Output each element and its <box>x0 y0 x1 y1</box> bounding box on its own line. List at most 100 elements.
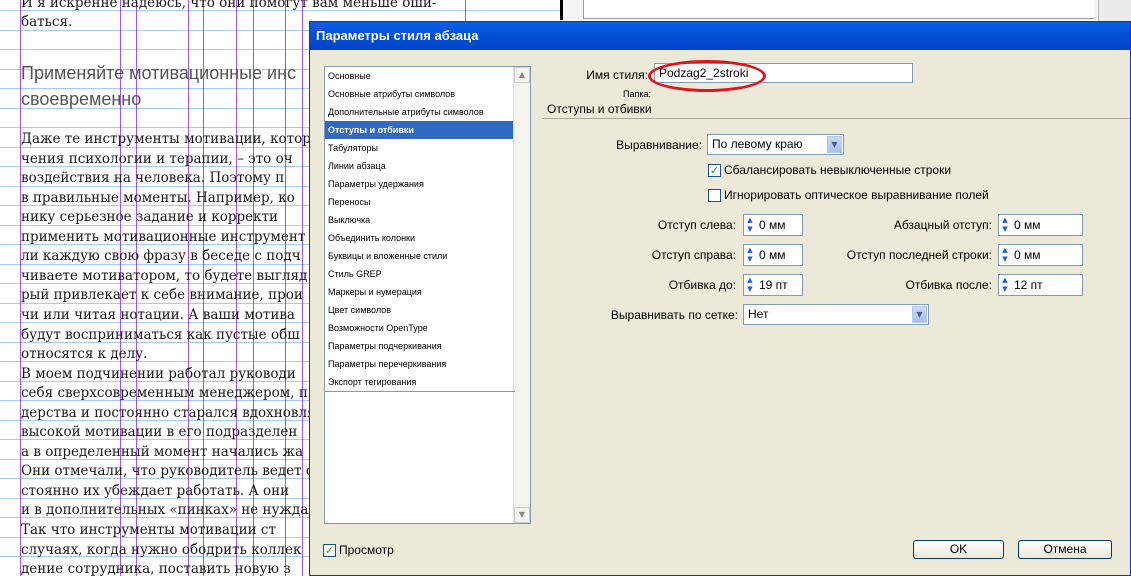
category-item[interactable]: Параметры подчеркивания <box>325 337 514 355</box>
category-item[interactable]: Дополнительные атрибуты символов <box>325 103 514 121</box>
ignore-optical-checkbox[interactable] <box>708 189 721 202</box>
style-name-label: Имя стиля: <box>586 68 648 82</box>
space-before-spinner[interactable]: ▲ ▼ 19 пт <box>743 274 803 296</box>
last-line-indent-spinner[interactable]: ▲ ▼ 0 мм <box>998 244 1083 266</box>
space-after-spinner[interactable]: ▲ ▼ 12 пт <box>998 274 1083 296</box>
ok-button[interactable]: OK <box>913 540 1004 559</box>
highlight-annotation <box>648 60 766 92</box>
category-item[interactable]: Переносы <box>325 193 514 211</box>
chevron-down-icon[interactable]: ▼ <box>912 306 927 323</box>
space-after-label: Отбивка после: <box>905 278 992 292</box>
category-item[interactable]: Экспорт тегирования <box>325 373 514 391</box>
preview-label: Просмотр <box>339 543 394 557</box>
align-grid-select[interactable]: Нет ▼ <box>743 304 929 325</box>
right-indent-value: 0 мм <box>759 248 786 262</box>
doc-line: чи или читая нотации. А ваши мотива <box>21 306 295 323</box>
doc-line: И я искренне надеюсь, что они помогут ва… <box>21 0 437 11</box>
category-list[interactable]: Основные Основные атрибуты символов Дополн… <box>324 66 531 524</box>
doc-line: стоянно их убеждает работать. А они <box>21 482 290 499</box>
spin-down-icon[interactable]: ▼ <box>1000 255 1010 264</box>
doc-line: высокой мотивации в его подразделен <box>21 424 298 441</box>
doc-line: баться. <box>21 14 73 30</box>
align-grid-value: Нет <box>748 307 769 321</box>
category-item[interactable]: Основные <box>325 67 514 85</box>
category-item[interactable]: Выключка <box>325 211 514 229</box>
category-item[interactable]: Стиль GREP <box>325 265 514 283</box>
first-line-indent-label: Абзацный отступ: <box>893 218 992 232</box>
ignore-optical-label: Игнорировать оптическое выравнивание пол… <box>724 188 989 202</box>
doc-line: дение сотрудника, поставить новую з <box>21 561 291 576</box>
last-line-indent-value: 0 мм <box>1014 248 1041 262</box>
spin-down-icon[interactable]: ▼ <box>745 225 755 234</box>
doc-line: В моем подчинении работал руководи <box>21 365 296 382</box>
spin-down-icon[interactable]: ▼ <box>745 285 755 294</box>
alignment-select[interactable]: По левому краю ▼ <box>707 134 844 155</box>
category-item[interactable]: Буквицы и вложенные стили <box>325 247 514 265</box>
alignment-label: Выравнивание: <box>616 138 702 152</box>
category-item[interactable]: Табуляторы <box>325 139 514 157</box>
folder-label: Папка: <box>623 89 651 99</box>
space-after-value: 12 пт <box>1014 278 1043 292</box>
align-grid-label: Выравнивать по сетке: <box>610 308 738 322</box>
doc-line: относятся к делу. <box>21 346 148 363</box>
spin-up-icon[interactable]: ▲ <box>745 276 755 285</box>
doc-line: воздействия на человека. Поэтому п <box>21 170 285 187</box>
scroll-down-icon[interactable]: ▼ <box>514 507 530 523</box>
chevron-down-icon[interactable]: ▼ <box>827 136 842 153</box>
spin-down-icon[interactable]: ▼ <box>1000 285 1010 294</box>
category-item[interactable]: Цвет символов <box>325 301 514 319</box>
preview-checkbox[interactable]: ✓ <box>323 544 336 557</box>
doc-line: будут восприниматься как пустые обш <box>21 326 300 343</box>
right-indent-label: Отступ справа: <box>651 248 736 262</box>
scroll-up-icon[interactable]: ▲ <box>514 67 530 83</box>
doc-line: себя сверхсовременным менеджером, п <box>21 385 308 402</box>
balance-checkbox[interactable]: ✓ <box>708 164 721 177</box>
category-items: Основные Основные атрибуты символов Дополн… <box>325 67 530 391</box>
category-item[interactable]: Маркеры и нумерация <box>325 283 514 301</box>
right-indent-spinner[interactable]: ▲ ▼ 0 мм <box>743 244 803 266</box>
spin-down-icon[interactable]: ▼ <box>1000 225 1010 234</box>
checkmark-icon: ✓ <box>324 544 335 557</box>
category-list-end <box>324 391 515 392</box>
paragraph-style-dialog: Параметры стиля абзаца Основные Основные … <box>309 21 1131 576</box>
first-line-indent-value: 0 мм <box>1014 218 1041 232</box>
category-item[interactable]: Возможности OpenType <box>325 319 514 337</box>
doc-line: Даже те инструменты мотивации, котор <box>21 131 311 147</box>
doc-line: а в определенный момент начались жа <box>21 443 304 460</box>
doc-heading-line: Применяйте мотивационные инс <box>21 63 297 83</box>
doc-line: чения психологии и терапии, – это оч <box>21 150 293 167</box>
checkmark-icon: ✓ <box>709 164 720 177</box>
spin-up-icon[interactable]: ▲ <box>1000 276 1010 285</box>
dialog-titlebar[interactable]: Параметры стиля абзаца <box>310 22 1130 50</box>
doc-line: дерства и постоянно старался вдохновля <box>21 404 316 421</box>
first-line-indent-spinner[interactable]: ▲ ▼ 0 мм <box>998 214 1083 236</box>
spin-down-icon[interactable]: ▼ <box>745 255 755 264</box>
balance-label: Сбалансировать невыключенные строки <box>724 163 952 177</box>
spin-up-icon[interactable]: ▲ <box>1000 246 1010 255</box>
doc-line: применить мотивационные инструмент <box>21 228 306 245</box>
doc-line: рый привлекает к себе внимание, прои <box>21 287 303 304</box>
spin-up-icon[interactable]: ▲ <box>1000 216 1010 225</box>
space-before-label: Отбивка до: <box>668 278 736 292</box>
category-item[interactable]: Отступы и отбивки <box>325 121 514 139</box>
category-item[interactable]: Параметры удержания <box>325 175 514 193</box>
doc-heading-line: своевременно <box>21 89 142 109</box>
doc-line: и в дополнительных «пинках» не нуждал <box>21 502 317 519</box>
last-line-indent-label: Отступ последней строки: <box>846 248 992 262</box>
spin-up-icon[interactable]: ▲ <box>745 216 755 225</box>
cancel-button[interactable]: Отмена <box>1018 540 1112 559</box>
doc-line: случаях, когда нужно ободрить коллек <box>21 541 302 558</box>
category-item[interactable]: Основные атрибуты символов <box>325 85 514 103</box>
category-item[interactable]: Параметры перечеркивания <box>325 355 514 373</box>
doc-line: ли каждую свою фразу в беседе с подч <box>21 248 301 265</box>
left-indent-spinner[interactable]: ▲ ▼ 0 мм <box>743 214 803 236</box>
doc-line: чиваете мотиватором, то будете выгляд <box>21 267 308 284</box>
adjacent-panel <box>560 0 1131 20</box>
category-scrollbar[interactable]: ▲ ▼ <box>513 67 530 523</box>
category-item[interactable]: Объединить колонки <box>325 229 514 247</box>
category-item[interactable]: Линии абзаца <box>325 157 514 175</box>
space-before-value: 19 пт <box>759 278 788 292</box>
alignment-value: По левому краю <box>712 137 803 151</box>
spin-up-icon[interactable]: ▲ <box>745 246 755 255</box>
doc-line: в правильные моменты. Например, ко <box>21 189 295 206</box>
